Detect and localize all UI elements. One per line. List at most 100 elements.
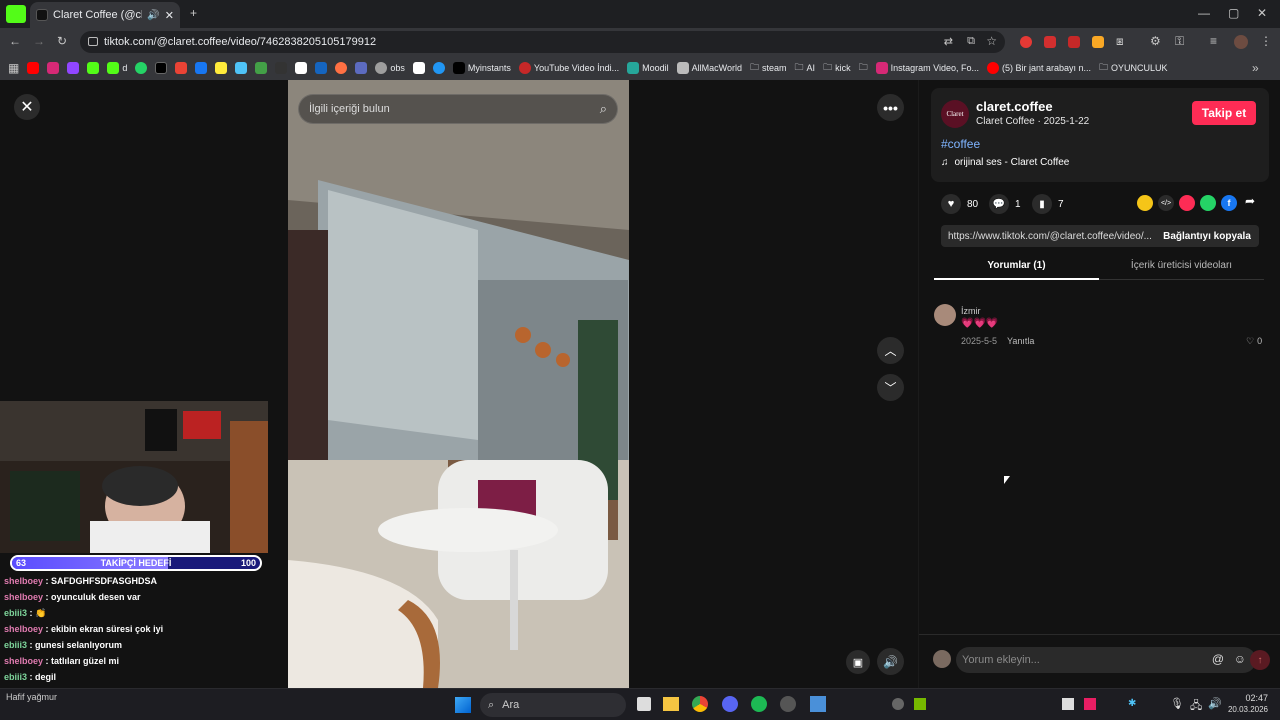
video-player[interactable]: İlgili içeriği bulun ⌕ <box>288 80 629 688</box>
restore-icon[interactable]: ▢ <box>1228 6 1239 20</box>
more-options-icon[interactable]: ••• <box>877 94 904 121</box>
network-icon[interactable]: 🖧 <box>1190 697 1202 716</box>
extension-icon[interactable] <box>1020 36 1032 48</box>
password-key-icon[interactable]: ⚿ <box>1175 34 1184 49</box>
save-action[interactable]: ▮ 7 <box>1032 194 1064 214</box>
bookmark-icon[interactable] <box>195 62 208 74</box>
sound-link[interactable]: ♫ orijinal ses - Claret Coffee <box>941 157 1069 168</box>
send-to-friends-icon[interactable] <box>1179 195 1195 211</box>
bookmark-star-icon[interactable]: ☆ <box>986 34 997 48</box>
tray-icon[interactable] <box>1062 698 1074 710</box>
gmail-bookmark-icon[interactable] <box>175 62 188 74</box>
avatar[interactable]: Claret <box>941 100 969 128</box>
bookmark-icon[interactable] <box>215 62 228 74</box>
tab-comments[interactable]: Yorumlar (1) <box>934 260 1099 280</box>
username[interactable]: claret.coffee <box>976 99 1053 114</box>
app-icon[interactable] <box>810 696 826 712</box>
tiktok-bookmark-icon[interactable] <box>155 62 168 74</box>
hashtag-link[interactable]: #coffee <box>941 137 980 151</box>
floating-player-icon[interactable]: ▣ <box>846 650 870 674</box>
close-viewer-icon[interactable]: ✕ <box>14 94 40 120</box>
spotify-icon[interactable] <box>751 696 767 712</box>
site-info-icon[interactable] <box>88 37 98 46</box>
apps-grid-icon[interactable]: ▦ <box>8 61 19 75</box>
emoji-icon[interactable]: ☺ <box>1234 652 1246 666</box>
app-icon[interactable] <box>780 696 796 712</box>
comment-input[interactable]: Yorum ekleyin... @ ☺ <box>956 647 1256 673</box>
tray-icon[interactable] <box>892 698 904 710</box>
close-tab-icon[interactable]: ✕ <box>165 9 174 22</box>
embed-icon[interactable]: </> <box>1158 195 1174 211</box>
avatar[interactable] <box>934 304 956 326</box>
bookmark-item[interactable]: Instagram Video, Fo... <box>875 62 979 74</box>
like-action[interactable]: ♥ 80 <box>941 194 978 214</box>
youtube-bookmark-icon[interactable] <box>27 62 40 74</box>
related-content-search-input[interactable]: İlgili içeriği bulun ⌕ <box>298 94 618 124</box>
bookmark-folder[interactable]: 🗀 steam <box>750 60 787 76</box>
kick-bookmark-icon[interactable] <box>87 62 100 74</box>
bluetooth-icon[interactable]: ✱ <box>1128 698 1136 709</box>
bookmark-item[interactable]: (5) Bir jant arabayı n... <box>986 62 1091 74</box>
media-controls-icon[interactable]: ≡ <box>1210 34 1217 48</box>
new-tab-icon[interactable]: + <box>190 6 197 20</box>
bookmark-icon[interactable] <box>335 62 348 74</box>
facebook-share-icon[interactable]: f <box>1221 195 1237 211</box>
performance-icon[interactable]: ⚙ <box>1150 34 1161 48</box>
windows-start-icon[interactable] <box>455 697 471 713</box>
bookmark-item[interactable]: obs <box>375 62 405 74</box>
kick-app-icon[interactable] <box>6 5 26 23</box>
comment-like[interactable]: ♡ 0 <box>1246 336 1262 347</box>
bookmark-item[interactable]: Myinstants <box>452 62 511 74</box>
bookmark-icon[interactable] <box>255 62 268 74</box>
clock-time[interactable]: 02:47 <box>1228 693 1268 703</box>
follow-button[interactable]: Takip et <box>1192 101 1256 125</box>
comment-author[interactable]: İzmir <box>961 306 981 316</box>
adblock-extension-icon[interactable] <box>1044 36 1056 48</box>
bookmark-icon[interactable] <box>355 62 368 74</box>
discord-icon[interactable] <box>722 696 738 712</box>
bookmark-icon[interactable] <box>295 62 308 74</box>
taskbar-search[interactable]: ⌕ Ara <box>480 693 626 717</box>
install-icon[interactable]: ⧉ <box>967 35 975 48</box>
extension-icon[interactable] <box>1092 36 1104 48</box>
folder-icon[interactable]: 🗀 <box>859 60 868 76</box>
bookmark-folder[interactable]: 🗀 AI <box>795 60 816 76</box>
share-arrow-icon[interactable]: ➦ <box>1245 194 1255 208</box>
previous-video-chevron-up-icon[interactable]: ︿ <box>877 337 904 364</box>
back-icon[interactable]: ← <box>9 34 21 48</box>
bookmark-item[interactable]: d <box>107 62 127 74</box>
clock-date[interactable]: 20.03.2026 <box>1218 705 1268 714</box>
browser-tab[interactable]: Claret Coffee (@claret.coffe 🔊 ✕ <box>30 2 180 28</box>
url-input[interactable]: tiktok.com/@claret.coffee/video/74628382… <box>80 31 1005 53</box>
mention-icon[interactable]: @ <box>1212 652 1224 666</box>
close-window-icon[interactable]: ✕ <box>1257 6 1267 20</box>
bookmark-icon[interactable] <box>275 62 288 74</box>
extension-icon[interactable] <box>1068 36 1080 48</box>
more-bookmarks-icon[interactable]: » <box>1252 61 1259 75</box>
bookmark-item[interactable]: YouTube Video İndi... <box>518 62 619 74</box>
repost-icon[interactable] <box>1137 195 1153 211</box>
play-bookmark-icon[interactable] <box>315 62 328 74</box>
send-comment-icon[interactable]: ↑ <box>1250 650 1270 670</box>
tab-creator-videos[interactable]: İçerik üreticisi videoları <box>1099 260 1264 280</box>
cloud-bookmark-icon[interactable] <box>235 62 248 74</box>
twitch-bookmark-icon[interactable] <box>67 62 80 74</box>
bookmark-item[interactable]: Moodil <box>627 62 669 74</box>
instagram-bookmark-icon[interactable] <box>47 62 60 74</box>
microphone-icon[interactable]: 🎙 <box>1170 697 1184 710</box>
next-video-chevron-down-icon[interactable]: ﹀ <box>877 374 904 401</box>
weather-text[interactable]: Hafif yağmur <box>6 692 57 702</box>
bookmark-icon[interactable] <box>432 62 445 74</box>
extensions-puzzle-icon[interactable]: ⧆ <box>1116 34 1124 49</box>
whatsapp-bookmark-icon[interactable] <box>135 62 148 74</box>
whatsapp-share-icon[interactable] <box>1200 195 1216 211</box>
chrome-icon[interactable] <box>692 696 708 712</box>
bookmark-folder[interactable]: 🗀 OYUNCULUK <box>1099 60 1168 76</box>
volume-icon[interactable]: 🔊 <box>877 648 904 675</box>
forward-icon[interactable]: → <box>33 34 45 48</box>
minimize-icon[interactable]: — <box>1198 6 1210 20</box>
tray-icon[interactable] <box>1084 698 1096 710</box>
file-explorer-icon[interactable] <box>663 697 679 711</box>
comment-action[interactable]: 💬 1 <box>989 194 1021 214</box>
translate-icon[interactable]: ⇄ <box>944 35 953 48</box>
